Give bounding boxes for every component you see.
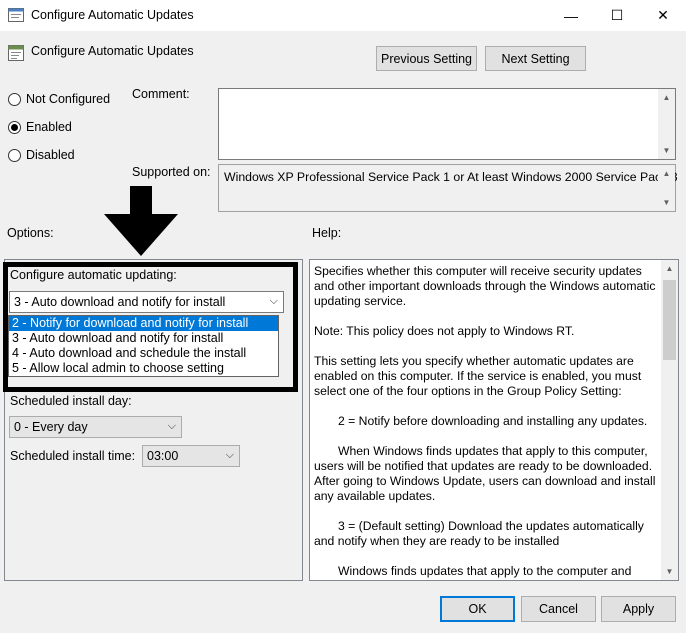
help-paragraph: Note: This policy does not apply to Wind… [314, 324, 575, 338]
apply-button[interactable]: Apply [601, 596, 676, 622]
down-arrow-annotation-icon [104, 186, 178, 256]
minimize-icon: — [564, 7, 578, 24]
apply-label: Apply [622, 602, 655, 616]
install-day-label: Scheduled install day: [10, 394, 132, 408]
ok-label: OK [468, 602, 487, 616]
options-heading: Options: [7, 226, 54, 240]
help-panel: Specifies whether this computer will rec… [309, 259, 679, 581]
help-paragraph: When Windows finds updates that apply to… [314, 444, 656, 503]
minimize-button[interactable]: — [548, 0, 594, 31]
install-time-value: 03:00 [147, 449, 179, 463]
chevron-down-icon: ⌵ [167, 420, 176, 432]
install-day-dropdown[interactable]: 0 - Every day ⌵ [9, 416, 182, 438]
disabled-label: Disabled [26, 148, 75, 162]
scroll-thumb[interactable] [663, 280, 676, 360]
help-paragraph: 2 = Notify before downloading and instal… [338, 414, 648, 428]
enabled-label: Enabled [26, 120, 72, 134]
help-paragraph: Windows finds updates that apply to the … [338, 564, 632, 578]
comment-scrollbar[interactable]: ▲ ▼ [658, 89, 675, 159]
radio-circle-selected [8, 120, 21, 134]
title-bar: Configure Automatic Updates — ☐ ✕ [0, 0, 686, 31]
install-day-value: 0 - Every day [14, 420, 88, 434]
previous-setting-button[interactable]: Previous Setting [376, 46, 477, 71]
annotation-box [3, 262, 298, 392]
help-paragraph: Specifies whether this computer will rec… [314, 264, 656, 308]
next-setting-button[interactable]: Next Setting [485, 46, 586, 71]
chevron-down-icon: ⌵ [225, 449, 234, 461]
scroll-down-icon[interactable]: ▼ [661, 563, 678, 580]
radio-circle [8, 148, 21, 162]
not-configured-radio[interactable]: Not Configured [8, 92, 110, 106]
supported-on-value: Windows XP Professional Service Pack 1 o… [224, 170, 678, 184]
enabled-radio[interactable]: Enabled [8, 120, 72, 134]
maximize-button[interactable]: ☐ [594, 0, 640, 31]
cancel-button[interactable]: Cancel [521, 596, 596, 622]
policy-icon [8, 45, 24, 61]
comment-label: Comment: [132, 87, 190, 101]
close-button[interactable]: ✕ [640, 0, 686, 31]
scroll-down-icon[interactable]: ▼ [658, 194, 675, 211]
next-setting-label: Next Setting [501, 51, 570, 66]
policy-icon [8, 8, 24, 22]
scroll-down-icon[interactable]: ▼ [658, 142, 675, 159]
help-scrollbar[interactable]: ▲ ▼ [661, 260, 678, 580]
scroll-up-icon[interactable]: ▲ [658, 165, 675, 182]
help-text: Specifies whether this computer will rec… [314, 264, 660, 580]
scroll-up-icon[interactable]: ▲ [658, 89, 675, 106]
maximize-icon: ☐ [610, 7, 624, 23]
supported-scrollbar[interactable]: ▲ ▼ [658, 165, 675, 211]
scroll-up-icon[interactable]: ▲ [661, 260, 678, 277]
radio-circle [8, 92, 21, 106]
help-paragraph: This setting lets you specify whether au… [314, 354, 642, 398]
window-title: Configure Automatic Updates [31, 8, 194, 22]
setting-title: Configure Automatic Updates [31, 44, 194, 58]
help-paragraph: 3 = (Default setting) Download the updat… [314, 519, 644, 548]
supported-on-label: Supported on: [132, 165, 211, 179]
comment-textbox[interactable]: ▲ ▼ [218, 88, 676, 160]
disabled-radio[interactable]: Disabled [8, 148, 75, 162]
install-time-dropdown[interactable]: 03:00 ⌵ [142, 445, 240, 467]
install-time-label: Scheduled install time: [10, 449, 136, 463]
previous-setting-label: Previous Setting [380, 51, 473, 66]
ok-button[interactable]: OK [440, 596, 515, 622]
help-heading: Help: [312, 226, 342, 240]
cancel-label: Cancel [539, 602, 578, 616]
not-configured-label: Not Configured [26, 92, 111, 106]
close-icon: ✕ [657, 7, 669, 23]
supported-on-box: Windows XP Professional Service Pack 1 o… [218, 164, 678, 212]
